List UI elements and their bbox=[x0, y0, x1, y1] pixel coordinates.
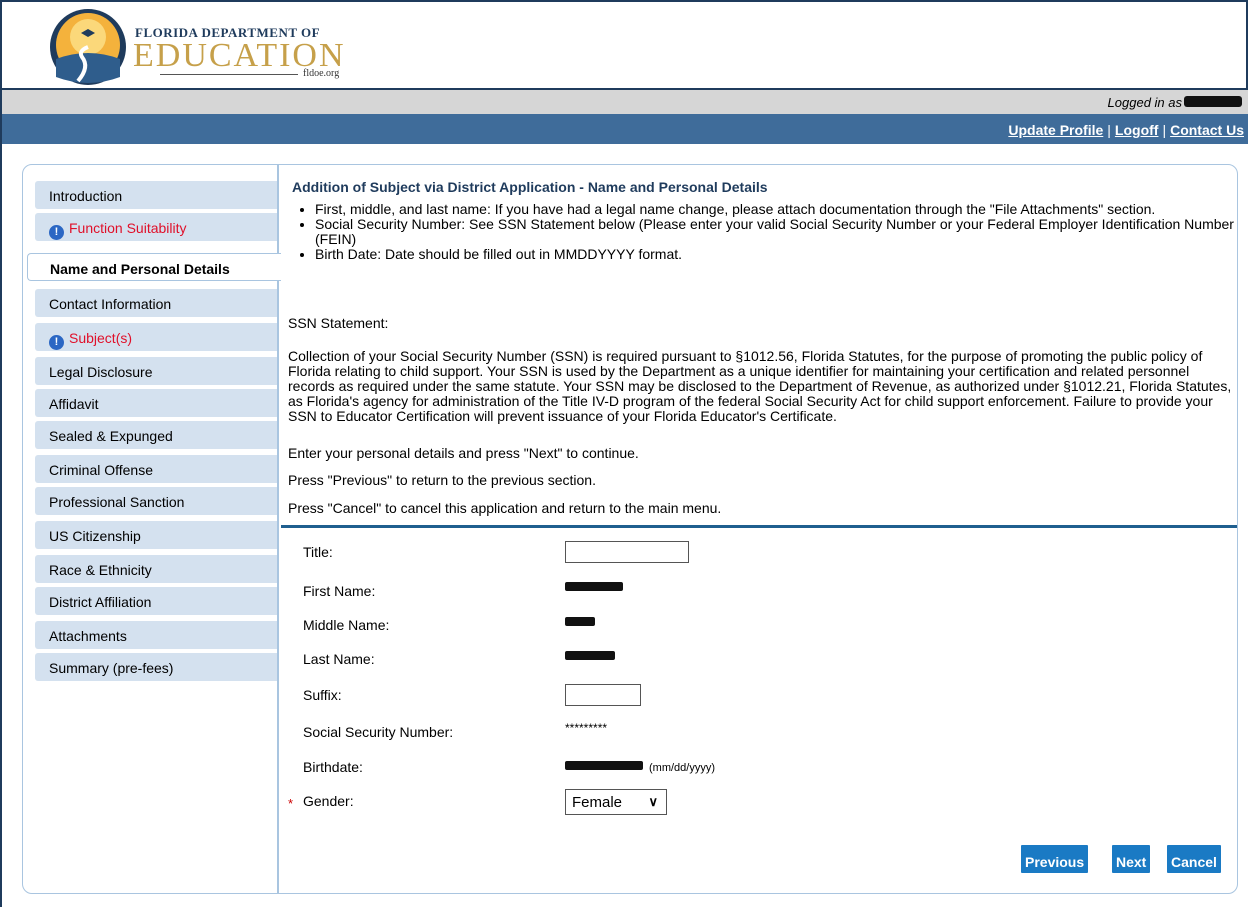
user-bar: Logged in as bbox=[2, 88, 1248, 114]
sidebar-item-criminal-offense[interactable]: Criminal Offense bbox=[35, 455, 277, 483]
instruction-next: Enter your personal details and press "N… bbox=[288, 445, 639, 461]
sidebar-item-subject-s[interactable]: ! Subject(s) bbox=[35, 323, 277, 351]
title-label: Title: bbox=[303, 544, 333, 560]
ssn-heading: SSN Statement: bbox=[288, 315, 389, 331]
sidebar-item-label: Subject(s) bbox=[69, 330, 133, 346]
sidebar-item-label: Contact Information bbox=[49, 296, 172, 312]
birthdate-label: Birthdate: bbox=[303, 759, 363, 775]
title-input[interactable] bbox=[565, 541, 689, 563]
ssn-value: ********* bbox=[565, 721, 608, 735]
redacted-birthdate bbox=[565, 761, 643, 770]
sidebar: Introduction! Function Suitability Name an… bbox=[23, 165, 281, 893]
logged-in-label: Logged in as bbox=[1107, 95, 1182, 110]
redacted-middle-name bbox=[565, 617, 595, 626]
ssn-statement: Collection of your Social Security Numbe… bbox=[288, 348, 1232, 424]
main-content: Addition of Subject via District Applica… bbox=[281, 165, 1237, 893]
gender-label: Gender: bbox=[303, 793, 354, 809]
sidebar-item-label: Introduction bbox=[49, 188, 123, 204]
sidebar-item-district-affiliation[interactable]: District Affiliation bbox=[35, 587, 277, 615]
sidebar-item-introduction[interactable]: Introduction bbox=[35, 181, 277, 209]
update-profile-link[interactable]: Update Profile bbox=[1008, 122, 1103, 138]
sidebar-item-label: District Affiliation bbox=[49, 594, 152, 610]
gender-select[interactable]: Female ∨ bbox=[565, 789, 667, 815]
instruction-cancel: Press "Cancel" to cancel this applicatio… bbox=[288, 500, 722, 516]
sidebar-item-label: Attachments bbox=[49, 628, 127, 644]
top-links: Update Profile | Logoff | Contact Us bbox=[1008, 122, 1244, 138]
sidebar-item-function-suitability[interactable]: ! Function Suitability bbox=[35, 213, 277, 241]
sidebar-item-label: Name and Personal Details bbox=[50, 261, 230, 277]
application-panel: Introduction! Function Suitability Name an… bbox=[22, 164, 1238, 894]
logo-rule bbox=[160, 74, 298, 75]
instruction-previous: Press "Previous" to return to the previo… bbox=[288, 472, 596, 488]
sidebar-item-label: US Citizenship bbox=[49, 528, 141, 544]
logo-site-text: fldoe.org bbox=[303, 68, 340, 79]
sidebar-item-professional-sanction[interactable]: Professional Sanction bbox=[35, 487, 277, 515]
required-marker: * bbox=[288, 796, 294, 811]
sidebar-item-label: Function Suitability bbox=[69, 220, 187, 236]
sidebar-item-label: Sealed & Expunged bbox=[49, 428, 173, 444]
suffix-label: Suffix: bbox=[303, 687, 342, 703]
sidebar-item-legal-disclosure[interactable]: Legal Disclosure bbox=[35, 357, 277, 385]
last-name-label: Last Name: bbox=[303, 651, 375, 667]
next-button[interactable]: Next bbox=[1112, 845, 1151, 873]
alert-icon: ! bbox=[49, 225, 64, 240]
redacted-first-name bbox=[565, 582, 623, 591]
link-separator: | bbox=[1107, 122, 1111, 138]
page-title: Addition of Subject via District Applica… bbox=[292, 179, 768, 195]
instruction-item: Social Security Number: See SSN Statemen… bbox=[315, 217, 1239, 247]
fldoe-logo[interactable]: FLORIDA DEPARTMENT OF EDUCATION fldoe.or… bbox=[48, 7, 348, 87]
ssn-label: Social Security Number: bbox=[303, 724, 454, 740]
cancel-button[interactable]: Cancel bbox=[1167, 845, 1221, 873]
sidebar-item-summary-pre-fees[interactable]: Summary (pre-fees) bbox=[35, 653, 277, 681]
sidebar-item-label: Affidavit bbox=[49, 396, 99, 412]
redacted-last-name bbox=[565, 651, 615, 660]
middle-name-label: Middle Name: bbox=[303, 617, 390, 633]
chevron-down-icon: ∨ bbox=[648, 794, 658, 809]
instruction-item: First, middle, and last name: If you hav… bbox=[315, 202, 1239, 217]
sidebar-item-label: Summary (pre-fees) bbox=[49, 660, 174, 676]
sidebar-item-us-citizenship[interactable]: US Citizenship bbox=[35, 521, 277, 549]
nav-bar: Update Profile | Logoff | Contact Us bbox=[2, 114, 1248, 144]
site-header: FLORIDA DEPARTMENT OF EDUCATION fldoe.or… bbox=[2, 0, 1248, 88]
first-name-label: First Name: bbox=[303, 583, 376, 599]
logoff-link[interactable]: Logoff bbox=[1115, 122, 1159, 138]
redacted-username bbox=[1184, 96, 1242, 107]
sidebar-item-name-and-personal-details[interactable]: Name and Personal Details bbox=[27, 253, 281, 281]
sidebar-item-label: Race & Ethnicity bbox=[49, 562, 152, 578]
link-separator: | bbox=[1162, 122, 1167, 138]
sidebar-item-label: Criminal Offense bbox=[49, 462, 154, 478]
gender-selected-value: Female bbox=[572, 794, 623, 811]
suffix-input[interactable] bbox=[565, 684, 641, 706]
sidebar-item-attachments[interactable]: Attachments bbox=[35, 621, 277, 649]
sidebar-item-affidavit[interactable]: Affidavit bbox=[35, 389, 277, 417]
sidebar-item-label: Professional Sanction bbox=[49, 494, 185, 510]
instruction-list: First, middle, and last name: If you hav… bbox=[299, 202, 1239, 262]
sidebar-item-race-ethnicity[interactable]: Race & Ethnicity bbox=[35, 555, 277, 583]
section-divider bbox=[281, 525, 1237, 528]
contact-us-link[interactable]: Contact Us bbox=[1170, 122, 1244, 138]
sidebar-item-label: Legal Disclosure bbox=[49, 364, 153, 380]
sidebar-item-contact-information[interactable]: Contact Information bbox=[35, 289, 277, 317]
logo-emblem-icon bbox=[50, 9, 126, 85]
birthdate-hint: (mm/dd/yyyy) bbox=[649, 762, 715, 774]
instruction-item: Birth Date: Date should be filled out in… bbox=[315, 247, 1239, 262]
sidebar-item-sealed-expunged[interactable]: Sealed & Expunged bbox=[35, 421, 277, 449]
previous-button[interactable]: Previous bbox=[1021, 845, 1089, 873]
alert-icon: ! bbox=[49, 335, 64, 350]
